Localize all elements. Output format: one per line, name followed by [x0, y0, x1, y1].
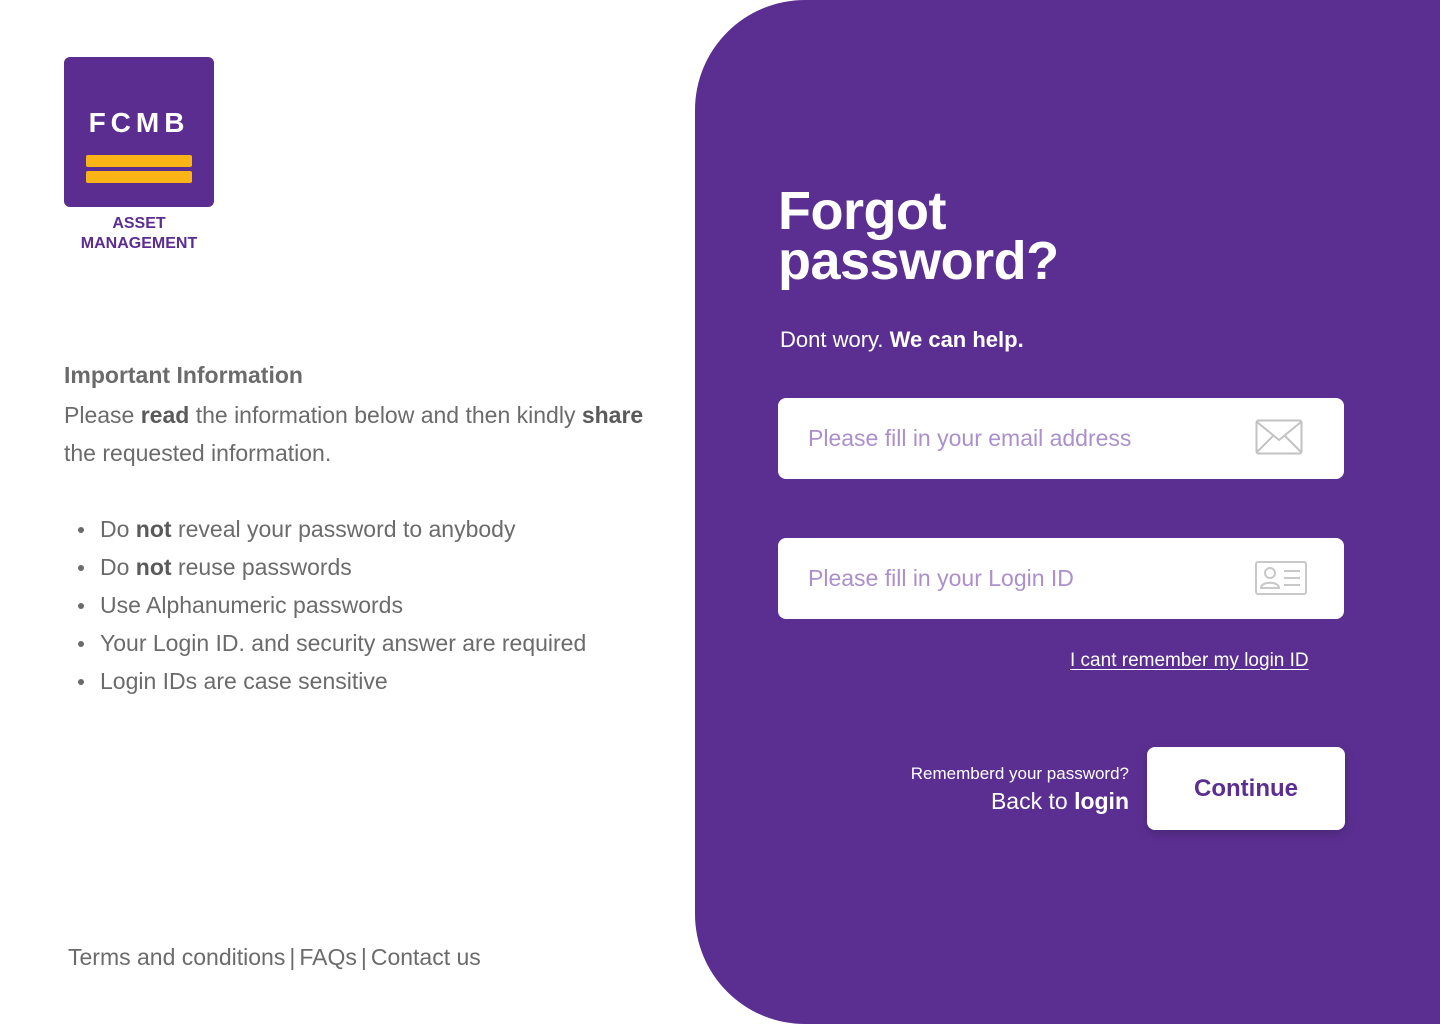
page-title: Forgot password? [778, 181, 1059, 291]
info-bullet-list: Do not reveal your password to anybody D… [76, 510, 586, 700]
list-item-text: Your Login ID. and security answer are r… [100, 630, 587, 656]
desc-bold-read: read [140, 402, 190, 428]
list-item: Use Alphanumeric passwords [76, 586, 586, 624]
list-item-bold: not [135, 516, 172, 542]
login-text: login [1074, 788, 1129, 814]
list-item: Do not reuse passwords [76, 548, 586, 586]
logo-subtitle-line2: MANAGEMENT [80, 235, 198, 252]
back-to-login-link[interactable]: Back to login [991, 788, 1129, 815]
subtitle-bold: We can help. [889, 327, 1024, 352]
back-to-text: Back to [990, 788, 1075, 814]
logo-bar-top [86, 155, 192, 167]
footer-separator: | [360, 944, 367, 970]
forgot-login-id-link[interactable]: I cant remember my login ID [1070, 650, 1309, 672]
list-item: Your Login ID. and security answer are r… [76, 624, 586, 662]
continue-button[interactable]: Continue [1147, 747, 1345, 830]
desc-text: the information below and then kindly [189, 402, 582, 428]
subtitle-regular: Dont wory. [780, 327, 890, 352]
brand-logo: FCMB [64, 57, 214, 207]
desc-text: Please [64, 402, 141, 428]
list-item-text: Do [100, 516, 136, 542]
list-item-text: reuse passwords [171, 554, 352, 580]
page-subtitle: Dont wory. We can help. [780, 327, 1024, 353]
page-title-line2: password? [778, 231, 1059, 291]
envelope-icon [1255, 419, 1303, 460]
list-item-text: Do [100, 554, 136, 580]
logo-text: FCMB [88, 107, 190, 138]
desc-text: the requested information. [64, 440, 332, 466]
list-item-bold: not [135, 554, 172, 580]
list-item-text: reveal your password to anybody [171, 516, 516, 542]
footer-links: Terms and conditions | FAQs | Contact us [68, 944, 481, 971]
page-title-line1: Forgot [778, 181, 946, 241]
important-info-description: Please read the information below and th… [64, 396, 654, 472]
login-id-field-container [778, 538, 1344, 619]
id-card-icon [1255, 561, 1307, 600]
list-item: Login IDs are case sensitive [76, 662, 586, 700]
footer-separator: | [289, 944, 296, 970]
list-item-text: Login IDs are case sensitive [100, 668, 388, 694]
terms-link[interactable]: Terms and conditions [68, 944, 285, 970]
desc-bold-share: share [581, 402, 644, 428]
remembered-password-text: Rememberd your password? [910, 764, 1129, 783]
list-item: Do not reveal your password to anybody [76, 510, 586, 548]
faqs-link[interactable]: FAQs [299, 944, 357, 970]
list-item-text: Use Alphanumeric passwords [100, 592, 403, 618]
forgot-password-panel [695, 0, 1440, 1024]
logo-subtitle: ASSET MANAGEMENT [64, 214, 214, 254]
logo-bar-bottom [86, 171, 192, 183]
email-field-container [778, 398, 1344, 479]
logo-subtitle-line1: ASSET [112, 215, 166, 232]
important-info-title: Important Information [64, 362, 303, 388]
contact-link[interactable]: Contact us [371, 944, 481, 970]
